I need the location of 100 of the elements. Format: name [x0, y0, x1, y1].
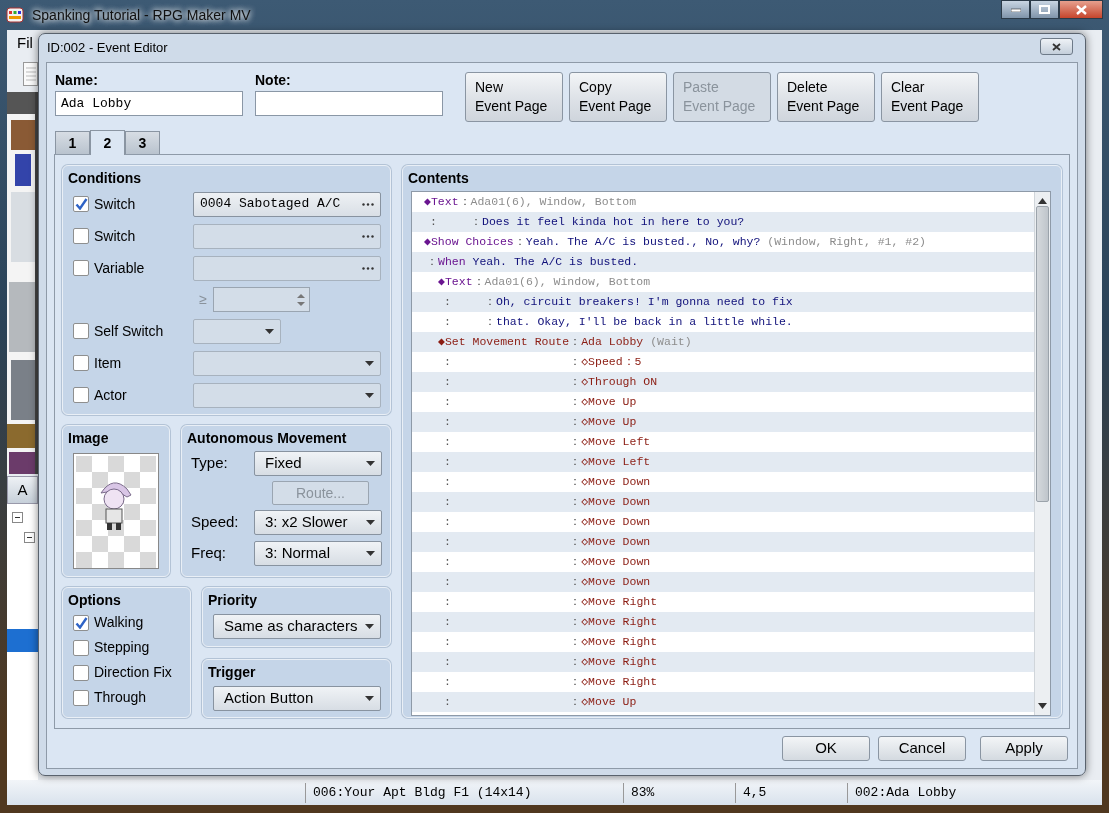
- message-text: Does it feel kinda hot in here to you?: [482, 214, 745, 231]
- separator-text: :: [444, 594, 452, 611]
- dialog-button[interactable]: Apply: [980, 736, 1068, 761]
- checkbox-label: Self Switch: [93, 321, 165, 341]
- route-step: ◇Move Down: [581, 493, 651, 511]
- dialog-button[interactable]: OK: [782, 736, 870, 761]
- event-page-button[interactable]: Clear Event Page: [881, 72, 979, 122]
- caret-icon: [366, 461, 375, 466]
- caret-icon: [365, 392, 374, 398]
- note-field[interactable]: [255, 91, 443, 116]
- route-step: ◇Move Left: [581, 453, 651, 471]
- separator-text: :: [444, 394, 452, 411]
- separator-text: :: [444, 694, 452, 711]
- separator-text: :: [444, 574, 452, 591]
- separator-text: ：: [569, 594, 582, 611]
- dropdown[interactable]: 3: x2 Slower: [254, 510, 382, 535]
- status-text: 006:Your Apt Bldg F1 (14x14): [305, 782, 623, 803]
- dialog-button[interactable]: Cancel: [878, 736, 966, 761]
- switch-picker[interactable]: [193, 255, 381, 281]
- route-step: ◇Move Up: [581, 413, 637, 431]
- separator-text: ：: [569, 414, 582, 431]
- switch-picker[interactable]: [193, 223, 381, 249]
- caret-icon: [365, 360, 374, 366]
- separator-text: ：: [569, 514, 582, 531]
- close-button[interactable]: [1059, 0, 1103, 19]
- page-tab[interactable]: 1: [55, 131, 90, 154]
- command-name: ◆Text: [424, 194, 459, 211]
- message-text: Oh, circuit breakers! I'm gonna need to fix: [496, 294, 793, 311]
- status-text: 83%: [623, 782, 735, 803]
- separator-text: ：: [569, 354, 582, 371]
- dropdown[interactable]: 3: Normal: [254, 541, 382, 566]
- scrollbar[interactable]: [1034, 192, 1050, 715]
- document-icon: [23, 62, 38, 86]
- checkbox[interactable]: [73, 689, 89, 706]
- close-button[interactable]: [1040, 38, 1073, 55]
- separator-text: :: [444, 554, 452, 571]
- separator-text: ：: [569, 334, 582, 351]
- checkbox[interactable]: [73, 355, 89, 371]
- event-page-button[interactable]: Delete Event Page: [777, 72, 875, 122]
- separator-text: ：: [569, 454, 582, 471]
- separator-text: ：: [470, 214, 482, 231]
- separator-text: ：: [569, 674, 582, 691]
- separator-text: ：: [513, 234, 526, 251]
- switch-picker[interactable]: 0004 Sabotaged A/C: [193, 191, 381, 217]
- checkbox[interactable]: [73, 614, 89, 631]
- separator-text: :: [444, 294, 452, 311]
- separator-text: ：: [484, 294, 496, 311]
- group-title: Contents: [407, 169, 470, 188]
- status-text: 4,5: [735, 782, 847, 803]
- checkbox[interactable]: [73, 228, 89, 244]
- route-step: ◇Move Down: [581, 533, 651, 551]
- separator-text: :: [444, 634, 452, 651]
- checkbox[interactable]: [73, 260, 89, 276]
- separator-text: :: [444, 374, 452, 391]
- dropdown[interactable]: Fixed: [254, 451, 382, 476]
- caret-icon: [365, 624, 374, 629]
- route-step: ◇Move Up: [581, 693, 637, 711]
- name-field[interactable]: Ada Lobby: [55, 91, 243, 116]
- checkbox[interactable]: [73, 664, 89, 681]
- menu-item[interactable]: Fil: [17, 31, 33, 55]
- separator-text: ：: [569, 394, 582, 411]
- event-page-button[interactable]: New Event Page: [465, 72, 563, 122]
- group-title: Options: [67, 591, 122, 610]
- route-step: ◇Move Right: [581, 613, 658, 631]
- dropdown[interactable]: Same as characters: [213, 614, 381, 639]
- route-step: ◇Speed：5: [581, 353, 642, 371]
- scroll-up-icon: [1038, 198, 1047, 204]
- checkbox-label: Switch: [93, 226, 137, 246]
- checkbox[interactable]: [73, 323, 89, 339]
- separator-text: ：: [569, 694, 582, 711]
- collapse-icon: [24, 532, 35, 543]
- checkbox[interactable]: [73, 196, 89, 212]
- maximize-icon: [1039, 5, 1050, 14]
- maximize-button[interactable]: [1030, 0, 1059, 19]
- minimize-button[interactable]: [1001, 0, 1030, 19]
- command-name: ◆Show Choices: [424, 234, 514, 251]
- checkbox[interactable]: [73, 639, 89, 656]
- checkbox-label: Through: [93, 688, 147, 707]
- event-page-button[interactable]: Copy Event Page: [569, 72, 667, 122]
- number-spinner[interactable]: [213, 287, 310, 312]
- command-value: Yeah. The A/C is busted., No, why?: [525, 234, 761, 251]
- checkbox[interactable]: [73, 387, 89, 403]
- page-tab[interactable]: 2: [90, 130, 125, 155]
- page-tab[interactable]: 3: [125, 131, 160, 154]
- command-name: When: [438, 254, 466, 271]
- scroll-down-icon: [1038, 703, 1047, 709]
- checkbox-label: Actor: [93, 385, 128, 405]
- palette-tab[interactable]: A: [7, 476, 38, 504]
- command-value: Yeah. The A/C is busted.: [472, 254, 639, 271]
- collapse-icon: [12, 512, 23, 523]
- separator-text: :: [444, 414, 452, 431]
- route-step: ◇Through ON: [581, 373, 658, 391]
- command-args: (Wait): [650, 334, 692, 351]
- field-label: Speed:: [191, 512, 240, 533]
- group-title: Image: [67, 429, 110, 448]
- scrollbar-thumb[interactable]: [1036, 206, 1049, 502]
- command-args: Ada01(6), Window, Bottom: [484, 274, 651, 291]
- separator-text: ：: [569, 534, 582, 551]
- dropdown[interactable]: Action Button: [213, 686, 381, 711]
- separator-text: ：: [569, 474, 582, 491]
